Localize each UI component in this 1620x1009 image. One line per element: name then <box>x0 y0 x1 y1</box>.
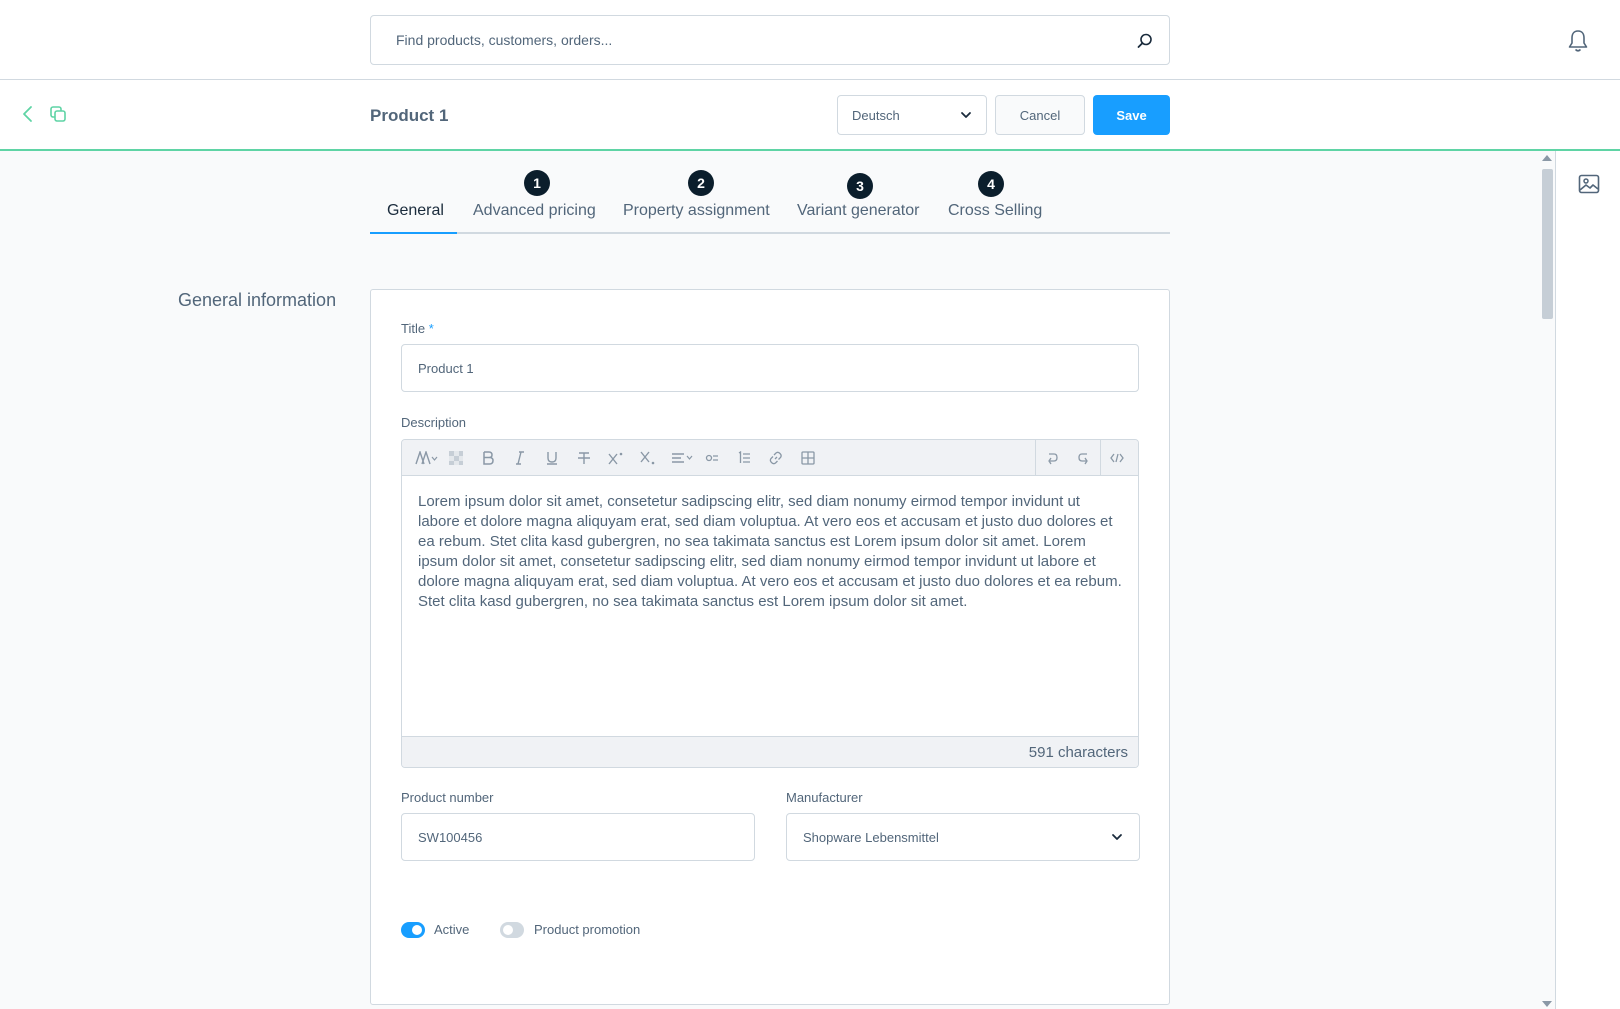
toolbar-separator <box>1035 440 1036 476</box>
search-icon[interactable] <box>1133 29 1157 53</box>
tab-advanced-pricing[interactable]: Advanced pricing <box>473 202 596 220</box>
redo-icon[interactable] <box>1072 446 1096 470</box>
title-label: Title * <box>401 321 434 336</box>
manufacturer-label: Manufacturer <box>786 790 863 805</box>
active-tab-indicator <box>370 232 457 234</box>
smart-bar: Product 1 Deutsch Cancel Save <box>0 80 1620 151</box>
scroll-up-arrow[interactable] <box>1542 155 1552 161</box>
page-title: Product 1 <box>370 106 449 125</box>
cancel-button[interactable]: Cancel <box>995 95 1085 135</box>
active-label: Active <box>434 922 470 937</box>
chevron-down-icon <box>1111 831 1123 846</box>
bullet-list-icon[interactable] <box>700 446 724 470</box>
tab-cross-selling[interactable]: Cross Selling <box>948 202 1042 220</box>
tab-property-assignment[interactable]: Property assignment <box>623 202 770 220</box>
duplicate-icon[interactable] <box>48 104 68 124</box>
underline-icon[interactable] <box>540 446 564 470</box>
code-view-icon[interactable] <box>1105 446 1129 470</box>
table-icon[interactable] <box>796 446 820 470</box>
description-label: Description <box>401 415 467 430</box>
save-button[interactable]: Save <box>1093 95 1170 135</box>
description-editor: Lorem ipsum dolor sit amet, consetetur s… <box>401 439 1139 768</box>
tab-badge-advanced-pricing: 1 <box>524 170 550 196</box>
italic-icon[interactable] <box>508 446 532 470</box>
text-color-icon[interactable] <box>444 446 468 470</box>
scroll-down-arrow[interactable] <box>1542 1001 1552 1007</box>
product-tabs: General 1 Advanced pricing 2 Property as… <box>370 164 1170 234</box>
product-promotion-switch[interactable] <box>500 922 524 938</box>
toolbar-separator <box>1100 440 1101 476</box>
language-select[interactable]: Deutsch <box>837 95 987 135</box>
superscript-icon[interactable] <box>604 446 628 470</box>
editor-toolbar <box>402 440 1138 476</box>
align-icon[interactable] <box>668 446 698 470</box>
description-content[interactable]: Lorem ipsum dolor sit amet, consetetur s… <box>418 492 1124 612</box>
content-scrollbar[interactable] <box>1539 153 1555 1009</box>
search-input[interactable] <box>372 17 1112 63</box>
active-switch[interactable] <box>401 922 425 938</box>
product-promotion-switch-knob <box>503 925 513 935</box>
chevron-down-icon <box>960 109 972 124</box>
chevron-left-icon[interactable] <box>18 104 38 124</box>
global-search <box>370 15 1170 65</box>
section-title: General information <box>178 290 337 310</box>
subscript-icon[interactable] <box>636 446 660 470</box>
bell-icon[interactable] <box>1565 28 1591 54</box>
strikethrough-icon[interactable] <box>572 446 596 470</box>
scroll-thumb[interactable] <box>1542 169 1553 319</box>
product-number-input[interactable] <box>401 813 755 861</box>
product-promotion-label: Product promotion <box>534 922 641 937</box>
tab-badge-property-assignment: 2 <box>688 170 714 196</box>
link-icon[interactable] <box>764 446 788 470</box>
bold-icon[interactable] <box>476 446 500 470</box>
top-bar <box>0 0 1620 80</box>
general-information-card: Title * Description <box>370 289 1170 1005</box>
product-number-label: Product number <box>401 790 494 805</box>
editor-footer: 591 characters <box>402 736 1138 767</box>
required-mark: * <box>428 321 434 336</box>
tab-variant-generator[interactable]: Variant generator <box>797 202 919 220</box>
language-select-value: Deutsch <box>852 107 900 123</box>
character-count: 591 characters <box>1028 744 1128 761</box>
active-switch-knob <box>412 925 422 935</box>
image-icon[interactable] <box>1577 172 1601 196</box>
manufacturer-select[interactable]: Shopware Lebensmittel <box>786 813 1140 861</box>
tab-general[interactable]: General <box>387 202 444 220</box>
tab-badge-variant-generator: 3 <box>847 173 873 199</box>
numbered-list-icon[interactable] <box>732 446 756 470</box>
undo-icon[interactable] <box>1040 446 1064 470</box>
title-label-text: Title <box>401 321 426 336</box>
manufacturer-select-value: Shopware Lebensmittel <box>803 829 939 845</box>
font-size-icon[interactable] <box>412 446 442 470</box>
tab-badge-cross-selling: 4 <box>978 171 1004 197</box>
title-input[interactable] <box>401 344 1139 392</box>
right-sidebar <box>1555 151 1620 1009</box>
